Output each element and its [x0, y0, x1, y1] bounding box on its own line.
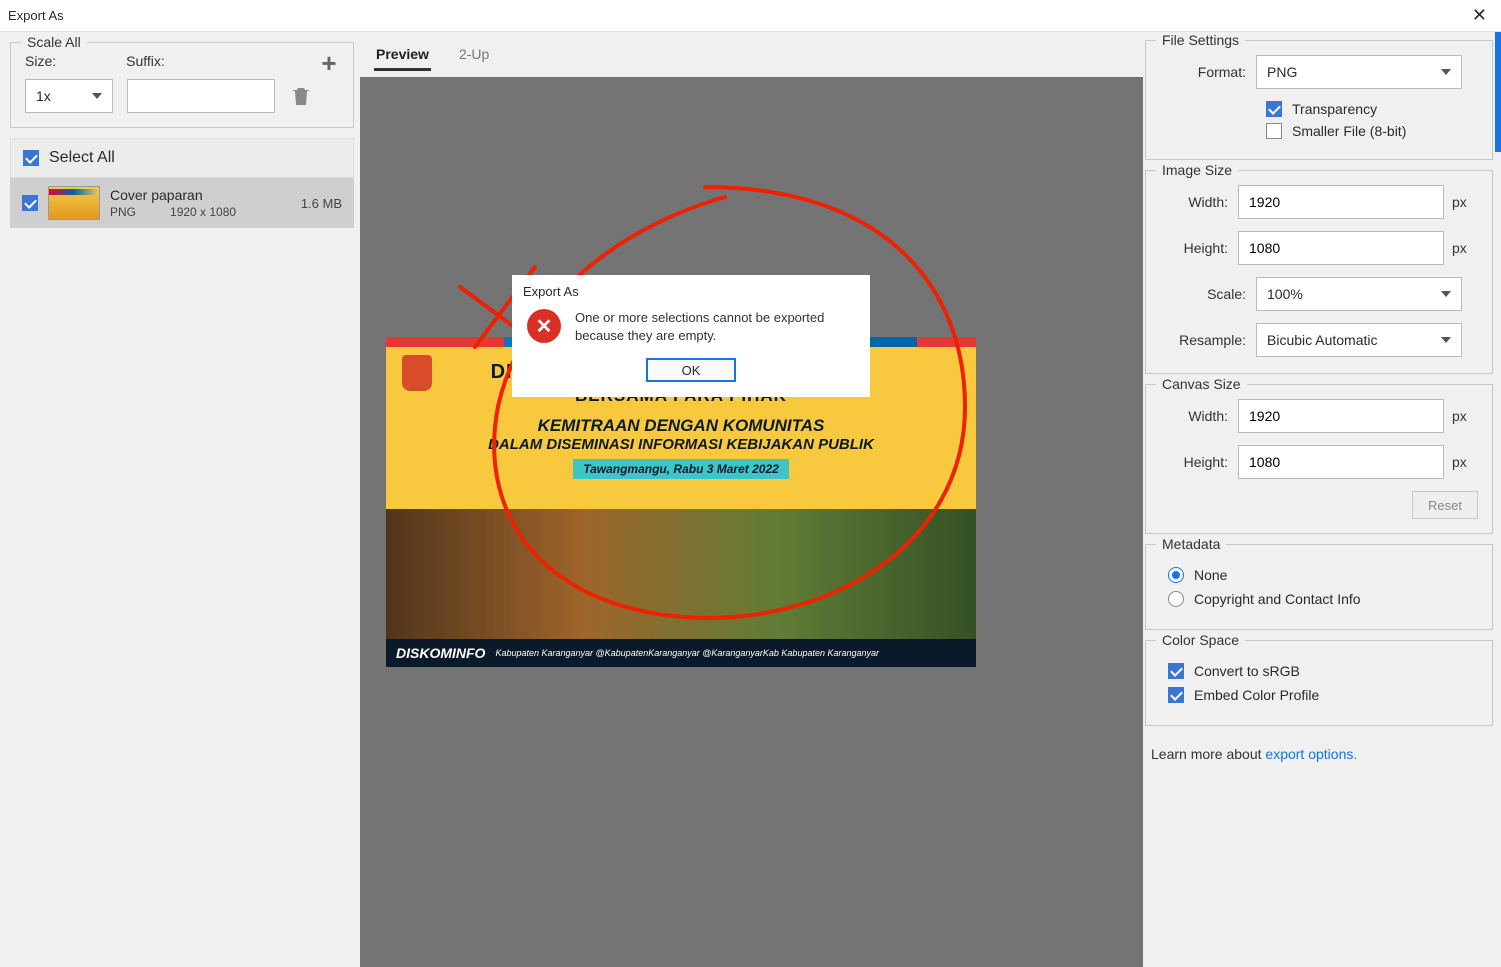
error-dialog: Export As One or more selections cannot … [512, 275, 870, 397]
metadata-copyright-label: Copyright and Contact Info [1194, 591, 1361, 607]
img-height-label: Height: [1160, 240, 1238, 256]
metadata-legend: Metadata [1156, 536, 1226, 552]
size-select[interactable]: 1x [25, 79, 113, 113]
artwork-footer-social: Kabupaten Karanganyar @KabupatenKarangan… [495, 648, 879, 658]
asset-checkbox[interactable] [22, 195, 38, 211]
add-size-button[interactable] [317, 51, 341, 75]
close-icon[interactable]: ✕ [1466, 5, 1493, 26]
chevron-down-icon [1441, 291, 1451, 297]
file-settings-fieldset: File Settings Format: PNG Transparency S… [1145, 40, 1493, 160]
resample-select[interactable]: Bicubic Automatic [1256, 323, 1462, 357]
preview-tabs: Preview 2-Up [360, 32, 1143, 71]
metadata-fieldset: Metadata None Copyright and Contact Info [1145, 544, 1493, 630]
file-settings-legend: File Settings [1156, 32, 1245, 48]
format-label: Format: [1160, 64, 1256, 80]
convert-srgb-checkbox[interactable] [1168, 663, 1184, 679]
convert-srgb-label: Convert to sRGB [1194, 663, 1300, 679]
chevron-down-icon [1441, 337, 1451, 343]
learn-more-prefix: Learn more about [1151, 746, 1265, 762]
export-options-link[interactable]: export options. [1265, 746, 1357, 762]
chevron-down-icon [1441, 69, 1451, 75]
metadata-copyright-radio[interactable] [1168, 591, 1184, 607]
left-panel: Scale All Size: Suffix: 1x Select All [0, 32, 360, 967]
dialog-message: One or more selections cannot be exporte… [575, 309, 855, 344]
scale-all-fieldset: Scale All Size: Suffix: 1x [10, 42, 354, 128]
tab-preview[interactable]: Preview [374, 40, 431, 71]
suffix-label: Suffix: [126, 53, 165, 69]
scale-label: Scale: [1160, 286, 1256, 302]
format-select[interactable]: PNG [1256, 55, 1462, 89]
suffix-input[interactable] [127, 79, 275, 113]
image-size-fieldset: Image Size Width: px Height: px Scale: 1… [1145, 170, 1493, 374]
select-all-label: Select All [49, 149, 115, 167]
center-panel: Preview 2-Up DISE IK BERSAMA PARA PIHAK … [360, 32, 1143, 967]
reset-button[interactable]: Reset [1412, 491, 1478, 519]
main-area: Scale All Size: Suffix: 1x Select All [0, 32, 1501, 967]
embed-profile-label: Embed Color Profile [1194, 687, 1319, 703]
resample-label: Resample: [1160, 332, 1256, 348]
scale-value: 100% [1267, 286, 1303, 302]
asset-info: Cover paparan PNG 1920 x 1080 [110, 187, 291, 219]
select-all-bar: Select All [10, 138, 354, 178]
asset-format: PNG [110, 205, 136, 219]
cv-width-input[interactable] [1238, 399, 1444, 433]
asset-name: Cover paparan [110, 187, 291, 203]
error-icon [527, 309, 561, 343]
metadata-none-label: None [1194, 567, 1227, 583]
delete-size-button[interactable] [289, 84, 313, 108]
learn-more-text: Learn more about export options. [1145, 736, 1493, 762]
artwork-logo-icon [402, 355, 432, 391]
tab-2up[interactable]: 2-Up [457, 40, 491, 71]
right-edge-accent [1495, 32, 1501, 152]
canvas-size-legend: Canvas Size [1156, 376, 1247, 392]
right-panel: File Settings Format: PNG Transparency S… [1143, 32, 1501, 967]
transparency-checkbox[interactable] [1266, 101, 1282, 117]
unit-px: px [1452, 408, 1478, 424]
smaller-file-label: Smaller File (8-bit) [1292, 123, 1406, 139]
cv-height-label: Height: [1160, 454, 1238, 470]
asset-row[interactable]: Cover paparan PNG 1920 x 1080 1.6 MB [10, 178, 354, 228]
img-height-input[interactable] [1238, 231, 1444, 265]
artwork-line3: KEMITRAAN DENGAN KOMUNITAS [404, 416, 958, 436]
chevron-down-icon [92, 93, 102, 99]
metadata-none-radio[interactable] [1168, 567, 1184, 583]
titlebar: Export As ✕ [0, 0, 1501, 32]
window-title: Export As [8, 8, 64, 23]
cv-height-input[interactable] [1238, 445, 1444, 479]
unit-px: px [1452, 454, 1478, 470]
cv-width-label: Width: [1160, 408, 1238, 424]
select-all-checkbox[interactable] [23, 150, 39, 166]
scale-all-legend: Scale All [21, 34, 87, 50]
transparency-label: Transparency [1292, 101, 1377, 117]
trash-icon [289, 84, 313, 108]
embed-profile-checkbox[interactable] [1168, 687, 1184, 703]
preview-canvas: DISE IK BERSAMA PARA PIHAK KEMITRAAN DEN… [360, 77, 1143, 967]
img-width-input[interactable] [1238, 185, 1444, 219]
artwork-footer-brand: DISKOMINFO [396, 645, 485, 661]
artwork-line4: DALAM DISEMINASI INFORMASI KEBIJAKAN PUB… [404, 436, 958, 453]
asset-filesize: 1.6 MB [301, 196, 342, 211]
color-space-legend: Color Space [1156, 632, 1245, 648]
color-space-fieldset: Color Space Convert to sRGB Embed Color … [1145, 640, 1493, 726]
ok-button[interactable]: OK [646, 358, 736, 382]
format-value: PNG [1267, 64, 1297, 80]
asset-thumbnail [48, 186, 100, 220]
asset-dimensions: 1920 x 1080 [170, 205, 236, 219]
size-label: Size: [25, 53, 56, 69]
unit-px: px [1452, 240, 1478, 256]
smaller-file-checkbox[interactable] [1266, 123, 1282, 139]
scale-select[interactable]: 100% [1256, 277, 1462, 311]
resample-value: Bicubic Automatic [1267, 332, 1378, 348]
image-size-legend: Image Size [1156, 162, 1238, 178]
canvas-size-fieldset: Canvas Size Width: px Height: px Reset [1145, 384, 1493, 534]
unit-px: px [1452, 194, 1478, 210]
img-width-label: Width: [1160, 194, 1238, 210]
size-select-value: 1x [36, 88, 51, 104]
dialog-title: Export As [513, 276, 869, 303]
artwork-date: Tawangmangu, Rabu 3 Maret 2022 [573, 459, 789, 479]
